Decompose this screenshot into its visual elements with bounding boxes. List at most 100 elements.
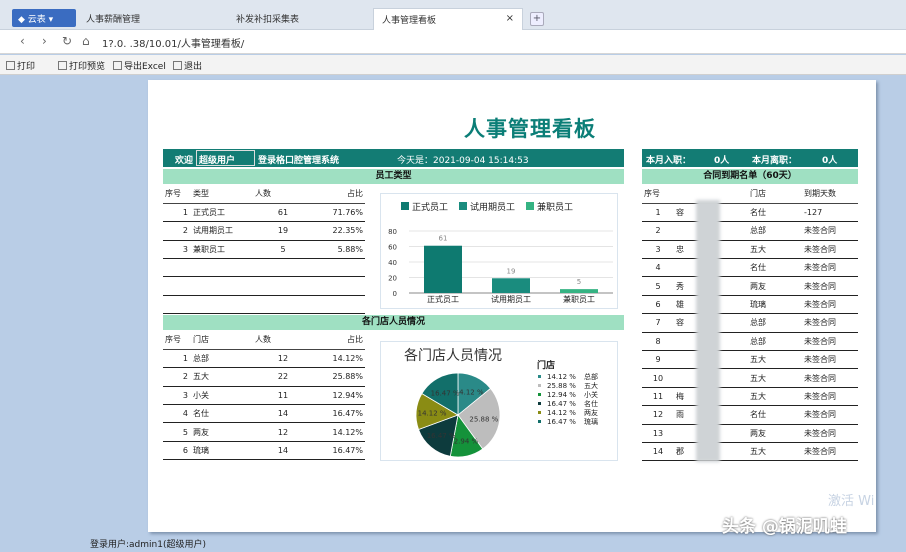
cell: 14.12% [313,349,365,369]
forward-icon[interactable]: › [42,34,47,48]
legend-label: 五大 [584,381,598,390]
close-icon[interactable]: × [506,13,514,24]
welcome-label: 欢迎 [175,156,194,166]
table-row: 12 雨名仕 未签合同 [642,405,858,425]
cell: 未签合同 [802,405,858,425]
x-tick-label: 试用期员工 [491,294,531,304]
cell: 5 [253,240,313,260]
cell: 6 [642,295,674,315]
printer-icon [6,61,15,70]
cell: 总部 [748,332,802,352]
cell: 5.88% [313,240,365,260]
legend-label: 名仕 [584,399,598,408]
cell: 5 [642,276,674,296]
cell: 25.88% [313,367,365,387]
cell: 未签合同 [802,442,858,462]
cell: 未签合同 [802,221,858,241]
cell: 两友 [191,422,253,442]
export-excel-button[interactable]: 导出Excel [113,59,166,72]
cell: 8 [642,332,674,352]
table-row: 4 名仕 未签合同 [642,258,858,278]
back-icon[interactable]: ‹ [20,34,25,48]
col-header: 序号 [642,185,674,204]
cell: 试用期员工 [191,221,253,241]
table-row: 5 两友 12 14.12% [163,422,365,442]
cell: 16.47% [313,441,365,461]
month-leave-value: 0人 [822,156,838,166]
legend-value: 14.12 % [547,373,576,381]
cell: 10 [642,368,674,388]
bar [560,289,598,293]
cell: 12 [253,349,313,369]
excel-icon [113,61,122,70]
month-leave-label: 本月离职： [752,156,798,166]
cell: 61 [253,203,313,223]
status-bar-user: 登录用户:admin1(超级用户) [90,540,206,550]
cell: 7 [642,313,674,333]
cell: 名仕 [191,404,253,424]
y-tick-label: 20 [388,275,397,283]
table-row: 3 忠五大 未签合同 [642,240,858,260]
tab-label: 人事薪酬管理 [86,15,141,25]
cell: 小关 [191,386,253,406]
legend-value: 25.88 % [547,382,576,390]
cell: 未签合同 [802,240,858,260]
cell: 总部 [191,349,253,369]
cell: 五大 [748,442,802,462]
legend-value: 14.12 % [547,409,576,417]
cell: 兼职员工 [191,240,253,260]
data-label: 19 [507,267,516,275]
contract-header: 合同到期名单（60天） [642,169,858,184]
home-icon[interactable]: ⌂ [82,34,90,48]
legend-swatch [538,420,541,423]
col-header: 序号 [163,331,191,350]
tab-hr-salary[interactable]: 人事薪酬管理 [78,8,228,30]
month-join-value: 0人 [714,156,730,166]
tab-supplement[interactable]: 补发补扣采集表 [228,8,373,30]
table-row: 13 两友 未签合同 [642,424,858,443]
table-row: 7 容总部 未签合同 [642,313,858,333]
cell: 名仕 [748,258,802,278]
exit-label: 退出 [184,62,203,72]
employee-type-header: 员工类型 [163,169,624,184]
cell: 14 [642,442,674,462]
month-stats-bar: 本月入职： 0人 本月离职： 0人 [642,149,858,167]
cell: 1 [163,203,191,223]
url-field[interactable]: 1?.0. .38/10.01/人事管理看板/ [102,35,244,50]
slice-label: 25.88 % [469,415,498,423]
col-header: 类型 [191,185,253,204]
data-label: 61 [439,235,448,243]
print-button[interactable]: 打印 [6,59,35,72]
table-row: 10 五大 未签合同 [642,368,858,388]
legend-swatch [459,202,467,210]
col-header: 门店 [748,185,802,204]
new-tab-button[interactable]: + [530,12,544,26]
preview-label: 打印预览 [69,62,106,72]
tab-hr-dashboard[interactable]: 人事管理看板 × [373,8,523,30]
cell: 3 [163,386,191,406]
slice-label: 16.47 % [431,389,460,397]
table-row [163,258,365,278]
legend-swatch [538,402,541,405]
cell: 12.94% [313,386,365,406]
cell: 五大 [748,350,802,370]
print-preview-button[interactable]: 打印预览 [58,59,105,72]
exit-button[interactable]: 退出 [173,59,202,72]
cell: 22 [253,367,313,387]
y-tick-label: 40 [388,259,397,267]
cell: 名仕 [748,405,802,425]
exit-icon [173,61,182,70]
app-menu-button[interactable]: ◆ 云表 ▾ [12,9,76,27]
cell: 1 [163,349,191,369]
cell: 正式员工 [191,203,253,223]
cell: 22.35% [313,221,365,241]
table-row: 3 兼职员工 5 5.88% [163,240,365,260]
y-tick-label: 0 [393,290,397,298]
legend-label: 正式员工 [412,201,448,213]
store-table: 序号 门店 人数 占比 1 总部 12 14.12% 2 五大 22 25.88% 3 小关 11 1… [163,331,365,461]
windows-activate-text: 激活 Wi [828,494,875,509]
legend-swatch [526,202,534,210]
cell: 两友 [748,276,802,296]
refresh-icon[interactable]: ↻ [62,34,72,48]
cell: 12 [642,405,674,425]
